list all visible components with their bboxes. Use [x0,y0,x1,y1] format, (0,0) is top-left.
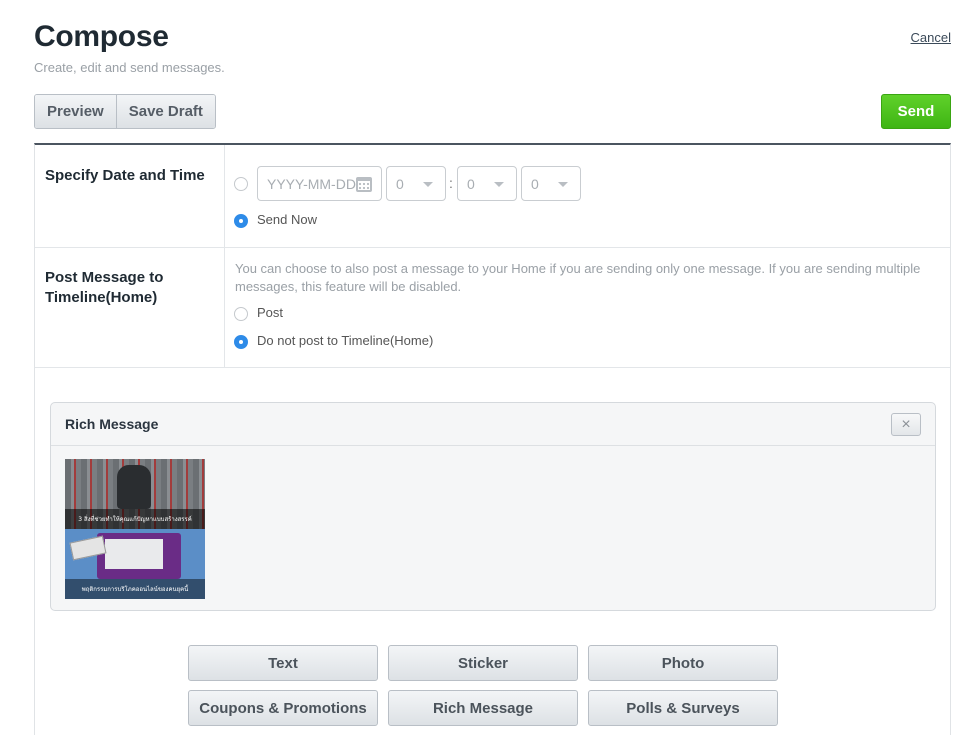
calendar-icon[interactable] [356,177,372,192]
second-value: 0 [531,175,539,192]
laptop-image: พฤติกรรมการบริโภคออนไลน์ของคนยุคนี้ [65,529,205,599]
schedule-later-radio[interactable] [234,177,248,191]
send-now-radio[interactable] [234,214,248,228]
thumbnail-caption-top: 3 สิ่งที่ช่วยทำให้คุณแก้ปัญหาแบบสร้างสรร… [65,509,205,529]
post-radio[interactable] [234,307,248,321]
thumbnail-caption-bottom: พฤติกรรมการบริโภคออนไลน์ของคนยุคนี้ [65,579,205,599]
save-draft-button[interactable]: Save Draft [115,95,215,128]
minute-value: 0 [467,175,475,192]
chevron-down-icon [494,182,504,187]
minute-select[interactable]: 0 [457,166,517,201]
schedule-label: Specify Date and Time [35,145,225,247]
preview-button[interactable]: Preview [35,95,116,128]
schedule-row: Specify Date and Time YYYY-MM-DD 0 : 0 0… [35,145,950,248]
send-now-label[interactable]: Send Now [257,212,317,227]
no-post-radio[interactable] [234,335,248,349]
date-placeholder: YYYY-MM-DD [267,175,356,192]
compose-panel: Specify Date and Time YYYY-MM-DD 0 : 0 0… [34,143,951,735]
rich-message-thumbnail[interactable]: 3 สิ่งที่ช่วยทำให้คุณแก้ปัญหาแบบสร้างสรร… [65,459,205,599]
sticker-type-button[interactable]: Sticker [388,645,578,681]
maze-image: 3 สิ่งที่ช่วยทำให้คุณแก้ปัญหาแบบสร้างสรร… [65,459,205,529]
rich-message-title: Rich Message [51,403,935,446]
rich-message-type-button[interactable]: Rich Message [388,690,578,726]
send-button[interactable]: Send [881,94,951,129]
timeline-label: Post Message to Timeline(Home) [35,248,225,367]
time-separator: : [449,175,453,191]
rich-message-card: Rich Message × 3 สิ่งที่ช่วยทำให้คุณแก้ป… [50,402,936,611]
person-figure [117,465,151,509]
timeline-description: You can choose to also post a message to… [235,261,921,294]
close-icon[interactable]: × [891,413,921,436]
schedule-controls: YYYY-MM-DD 0 : 0 0 Send Now [234,145,950,247]
timeline-controls: You can choose to also post a message to… [234,248,950,367]
post-label[interactable]: Post [257,305,283,320]
polls-type-button[interactable]: Polls & Surveys [588,690,778,726]
second-select[interactable]: 0 [521,166,581,201]
photo-type-button[interactable]: Photo [588,645,778,681]
page-subtitle: Create, edit and send messages. [34,60,225,75]
no-post-label[interactable]: Do not post to Timeline(Home) [257,333,433,348]
hour-select[interactable]: 0 [386,166,446,201]
draft-button-group: Preview Save Draft [34,94,216,129]
text-type-button[interactable]: Text [188,645,378,681]
chevron-down-icon [558,182,568,187]
date-input[interactable]: YYYY-MM-DD [257,166,382,201]
page-title: Compose [34,20,169,53]
cancel-link[interactable]: Cancel [911,30,951,45]
laptop-screen [97,533,181,579]
coupons-type-button[interactable]: Coupons & Promotions [188,690,378,726]
timeline-row: Post Message to Timeline(Home) You can c… [35,248,950,368]
chevron-down-icon [423,182,433,187]
hour-value: 0 [396,175,404,192]
